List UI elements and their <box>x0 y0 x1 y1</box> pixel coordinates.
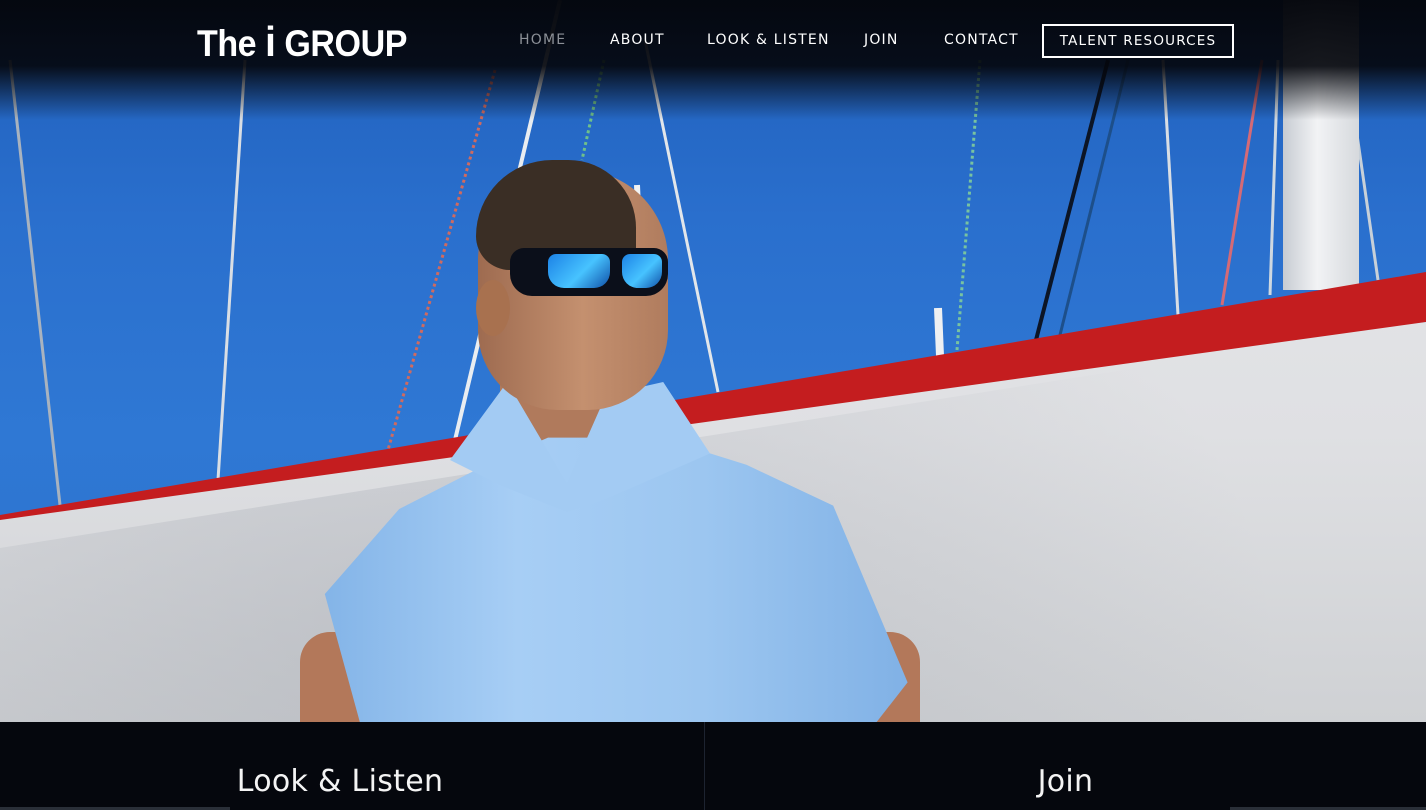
feature-panels: Look & Listen Join <box>0 722 1426 810</box>
main-nav: HOME ABOUT LOOK & LISTEN JOIN CONTACT TA… <box>0 0 1426 82</box>
look-and-listen-title: Look & Listen <box>236 764 444 799</box>
look-and-listen-panel[interactable]: Look & Listen <box>0 722 702 810</box>
man-in-sunglasses <box>300 150 920 722</box>
join-title: Join <box>1037 764 1094 799</box>
top-navigation-bar: The i GROUP HOME ABOUT LOOK & LISTEN JOI… <box>0 0 1426 120</box>
nav-home[interactable]: HOME <box>519 32 566 48</box>
nav-contact[interactable]: CONTACT <box>944 32 1019 48</box>
talent-resources-button[interactable]: TALENT RESOURCES <box>1042 24 1234 58</box>
nav-look-and-listen[interactable]: LOOK & LISTEN <box>707 32 830 48</box>
nav-about[interactable]: ABOUT <box>610 32 665 48</box>
nav-join[interactable]: JOIN <box>864 32 899 48</box>
join-panel[interactable]: Join <box>704 722 1426 810</box>
sunglasses <box>510 248 668 296</box>
